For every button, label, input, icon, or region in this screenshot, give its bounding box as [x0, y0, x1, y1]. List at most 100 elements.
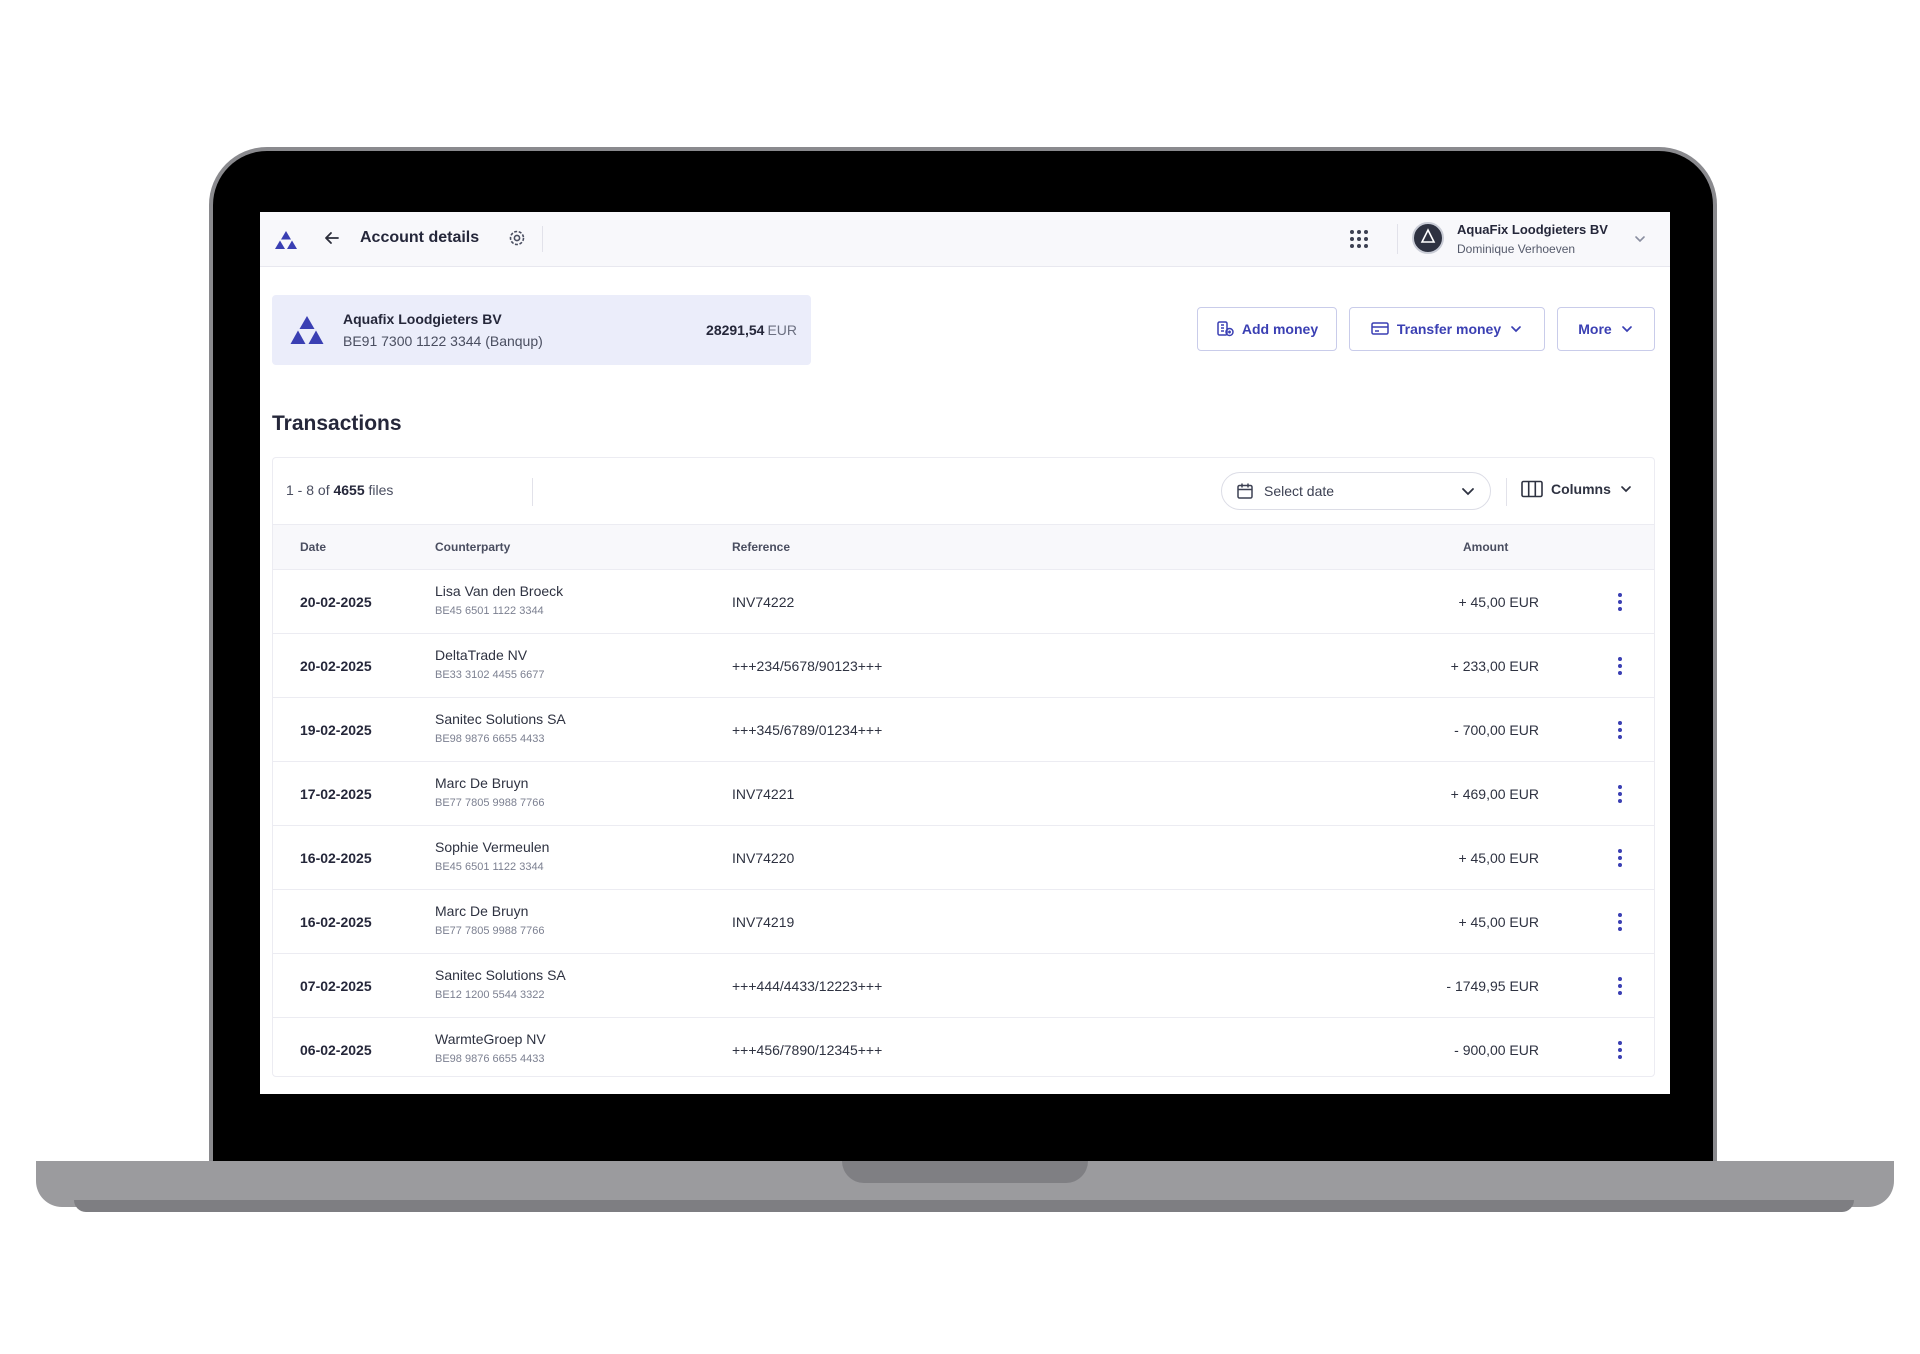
row-amount: + 233,00 EUR — [1450, 658, 1539, 674]
columns-button[interactable]: Columns — [1521, 480, 1633, 498]
table-header: Date Counterparty Reference Amount — [273, 525, 1654, 570]
table-row[interactable]: 20-02-2025 DeltaTrade NV BE33 3102 4455 … — [273, 634, 1654, 698]
row-reference: +++456/7890/12345+++ — [732, 1042, 883, 1058]
add-money-label: Add money — [1241, 321, 1319, 337]
table-row[interactable]: 06-02-2025 WarmteGroep NV BE98 9876 6655… — [273, 1018, 1654, 1076]
row-iban: BE12 1200 5544 3322 — [435, 989, 545, 1001]
row-iban: BE45 6501 1122 3344 — [435, 861, 544, 873]
row-date: 06-02-2025 — [300, 1042, 372, 1058]
header-divider — [542, 226, 543, 252]
toolbar-divider — [532, 478, 533, 506]
row-counterparty: Marc De Bruyn — [435, 775, 529, 791]
balance-currency: EUR — [767, 322, 797, 338]
row-reference: +++345/6789/01234+++ — [732, 722, 883, 738]
row-amount: + 469,00 EUR — [1450, 786, 1539, 802]
top-bar: Account details AquaFix Loodgieters BV D… — [260, 212, 1670, 267]
arrow-left-icon[interactable] — [323, 229, 341, 252]
add-money-button[interactable]: Add money — [1197, 307, 1337, 351]
transfer-icon — [1371, 322, 1389, 335]
chevron-down-icon — [1462, 488, 1474, 496]
chevron-down-icon[interactable] — [1633, 232, 1647, 251]
row-iban: BE77 7805 9988 7766 — [435, 797, 545, 809]
table-row[interactable]: 19-02-2025 Sanitec Solutions SA BE98 987… — [273, 698, 1654, 762]
count-unit: files — [368, 482, 394, 498]
account-iban: BE91 7300 1122 3344 (Banqup) — [343, 333, 543, 349]
transfer-money-label: Transfer money — [1396, 321, 1502, 337]
chevron-down-icon — [1621, 486, 1631, 493]
coins-icon — [1217, 321, 1234, 337]
vertical-dots-icon[interactable] — [1610, 975, 1630, 997]
gear-icon[interactable] — [507, 228, 527, 253]
vertical-dots-icon[interactable] — [1610, 783, 1630, 805]
row-amount: - 900,00 EUR — [1454, 1042, 1539, 1058]
vertical-dots-icon[interactable] — [1610, 911, 1630, 933]
vertical-dots-icon[interactable] — [1610, 719, 1630, 741]
table-row[interactable]: 07-02-2025 Sanitec Solutions SA BE12 120… — [273, 954, 1654, 1018]
row-reference: INV74220 — [732, 850, 795, 866]
toolbar-divider — [1506, 478, 1507, 506]
columns-label: Columns — [1551, 481, 1611, 497]
vertical-dots-icon[interactable] — [1610, 1039, 1630, 1061]
row-counterparty: Lisa Van den Broeck — [435, 583, 564, 599]
row-date: 20-02-2025 — [300, 594, 372, 610]
col-header-reference[interactable]: Reference — [732, 540, 790, 554]
more-label: More — [1578, 321, 1612, 337]
date-select[interactable]: Select date — [1221, 472, 1491, 510]
row-amount: - 1749,95 EUR — [1446, 978, 1539, 994]
row-amount: + 45,00 EUR — [1458, 594, 1539, 610]
row-counterparty: Marc De Bruyn — [435, 903, 529, 919]
row-date: 19-02-2025 — [300, 722, 372, 738]
row-date: 16-02-2025 — [300, 850, 372, 866]
vertical-dots-icon[interactable] — [1610, 591, 1630, 613]
row-amount: + 45,00 EUR — [1458, 914, 1539, 930]
row-reference: +++234/5678/90123+++ — [732, 658, 883, 674]
row-date: 20-02-2025 — [300, 658, 372, 674]
row-date: 07-02-2025 — [300, 978, 372, 994]
grid-icon[interactable] — [1349, 229, 1369, 254]
count-total: 4655 — [333, 482, 365, 498]
vertical-dots-icon[interactable] — [1610, 655, 1630, 677]
user-divider — [1397, 224, 1398, 254]
table-body: 20-02-2025 Lisa Van den Broeck BE45 6501… — [273, 570, 1654, 1076]
account-logo-icon — [288, 315, 326, 350]
triangle-logo-icon[interactable] — [274, 230, 298, 255]
account-name: Aquafix Loodgieters BV — [343, 311, 502, 327]
chevron-down-icon — [1511, 326, 1521, 333]
row-iban: BE98 9876 6655 4433 — [435, 1053, 545, 1065]
col-header-date[interactable]: Date — [300, 540, 326, 554]
row-reference: INV74222 — [732, 594, 795, 610]
row-counterparty: Sanitec Solutions SA — [435, 711, 566, 727]
table-row[interactable]: 16-02-2025 Marc De Bruyn BE77 7805 9988 … — [273, 890, 1654, 954]
balance-amount: 28291,54 — [706, 322, 765, 338]
company-avatar[interactable] — [1412, 222, 1444, 254]
row-iban: BE33 3102 4455 6677 — [435, 669, 545, 681]
count-range: 1 - 8 — [286, 482, 315, 498]
account-card[interactable]: Aquafix Loodgieters BV BE91 7300 1122 33… — [272, 295, 811, 365]
screen: Account details AquaFix Loodgieters BV D… — [260, 212, 1670, 1094]
row-iban: BE98 9876 6655 4433 — [435, 733, 545, 745]
row-counterparty: Sophie Vermeulen — [435, 839, 550, 855]
row-iban: BE45 6501 1122 3344 — [435, 605, 544, 617]
count-of: of — [317, 482, 330, 498]
row-date: 16-02-2025 — [300, 914, 372, 930]
laptop-base-shadow — [74, 1200, 1854, 1212]
col-header-amount[interactable]: Amount — [1463, 540, 1508, 554]
page-title: Account details — [360, 229, 480, 246]
row-amount: + 45,00 EUR — [1458, 850, 1539, 866]
row-counterparty: Sanitec Solutions SA — [435, 967, 566, 983]
row-reference: INV74221 — [732, 786, 795, 802]
transfer-money-button[interactable]: Transfer money — [1349, 307, 1545, 351]
date-select-placeholder: Select date — [1264, 483, 1335, 499]
col-header-counterparty[interactable]: Counterparty — [435, 540, 510, 554]
row-date: 17-02-2025 — [300, 786, 372, 802]
table-row[interactable]: 17-02-2025 Marc De Bruyn BE77 7805 9988 … — [273, 762, 1654, 826]
user-name: Dominique Verhoeven — [1457, 242, 1576, 256]
table-row[interactable]: 16-02-2025 Sophie Vermeulen BE45 6501 11… — [273, 826, 1654, 890]
row-reference: +++444/4433/12223+++ — [732, 978, 883, 994]
row-amount: - 700,00 EUR — [1454, 722, 1539, 738]
account-balance: 28291,54 EUR — [706, 322, 797, 338]
more-button[interactable]: More — [1557, 307, 1655, 351]
table-row[interactable]: 20-02-2025 Lisa Van den Broeck BE45 6501… — [273, 570, 1654, 634]
user-company[interactable]: AquaFix Loodgieters BV — [1457, 222, 1608, 237]
vertical-dots-icon[interactable] — [1610, 847, 1630, 869]
